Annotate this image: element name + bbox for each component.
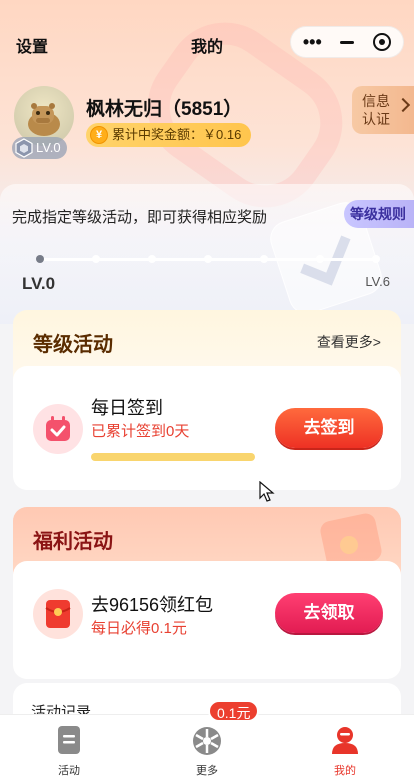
- welfare-activities-title: 福利活动: [33, 531, 113, 553]
- tab-mine[interactable]: 我的: [276, 715, 414, 780]
- tab-more-label: 更多: [196, 765, 218, 777]
- capybara-avatar-icon: [28, 103, 60, 136]
- level-tick: [148, 255, 156, 263]
- calendar-check-icon: [33, 404, 83, 454]
- username: 枫林无归（5851）: [86, 99, 243, 120]
- level-start-label: LV.0: [22, 274, 56, 293]
- mouse-cursor-icon: [259, 481, 275, 502]
- sign-in-progress-bar: [91, 453, 255, 461]
- tab-mine-label: 我的: [334, 765, 356, 777]
- level-badge: LV.0: [12, 137, 67, 159]
- close-button[interactable]: [367, 30, 397, 54]
- more-menu-button[interactable]: •••: [297, 30, 327, 54]
- level-progress-card: 完成指定等级活动，即可获得相应奖励 等级规则 LV.0 LV.6: [0, 184, 414, 324]
- level-end-label: LV.6: [365, 274, 390, 289]
- close-target-icon: [372, 33, 391, 51]
- navbar: 设置 我的 •••: [0, 22, 414, 62]
- level-activities-title: 等级活动: [33, 334, 113, 356]
- level-activities-header: 等级活动 查看更多>: [13, 310, 401, 368]
- hexagon-level-icon: [15, 138, 33, 158]
- level-tick: [260, 255, 268, 263]
- tab-activities[interactable]: 活动: [0, 715, 138, 780]
- red-packet-task-name: 去96156领红包: [91, 595, 214, 615]
- level-tick: [372, 255, 380, 263]
- level-tick: [92, 255, 100, 263]
- prize-total-text: 累计中奖金额：￥0.16: [112, 127, 242, 142]
- info-verify-line2: 认证: [362, 111, 390, 127]
- level-tip: 完成指定等级活动，即可获得相应奖励: [12, 209, 268, 226]
- sign-in-task-name: 每日签到: [91, 398, 163, 418]
- more-dots-icon: •••: [302, 32, 322, 52]
- sign-in-task-sub: 已累计签到0天: [91, 423, 190, 440]
- red-packet-task: 去96156领红包 每日必得0.1元 去领取: [13, 561, 401, 679]
- document-icon: [58, 726, 80, 754]
- level-badge-text: LV.0: [36, 140, 61, 155]
- minimize-icon: [339, 40, 354, 44]
- red-packet-task-sub: 每日必得0.1元: [91, 620, 187, 637]
- level-tick: [204, 255, 212, 263]
- level-tick: [36, 255, 44, 263]
- level-activities-card: 等级活动 查看更多> 每日签到 已累计签到0天 去签到: [13, 310, 401, 490]
- tab-bar: 活动 更多 我的: [0, 714, 414, 780]
- mini-program-capsule: •••: [290, 26, 404, 58]
- level-tick: [316, 255, 324, 263]
- coin-icon: ¥: [90, 126, 108, 144]
- settings-link[interactable]: 设置: [16, 33, 48, 57]
- welfare-activities-header: 福利活动: [13, 507, 401, 569]
- prize-total-pill: ¥ 累计中奖金额：￥0.16: [86, 123, 252, 147]
- tab-activities-label: 活动: [58, 765, 80, 777]
- sign-in-task: 每日签到 已累计签到0天 去签到: [13, 366, 401, 490]
- tab-more[interactable]: 更多: [138, 715, 276, 780]
- user-icon: [332, 727, 358, 754]
- minimize-button[interactable]: [332, 30, 362, 54]
- wheel-icon: [193, 727, 221, 755]
- more-tab-badge: 0.1元: [208, 700, 260, 722]
- red-envelope-icon: [33, 589, 83, 639]
- sign-in-button[interactable]: 去签到: [275, 408, 383, 448]
- level-rules-button[interactable]: 等级规则: [344, 200, 414, 228]
- claim-red-packet-button[interactable]: 去领取: [275, 593, 383, 633]
- info-verify-button[interactable]: 信息 认证: [352, 86, 414, 134]
- welfare-activities-card: 福利活动 去96156领红包 每日必得0.1元 去领取: [13, 507, 401, 679]
- view-more-link[interactable]: 查看更多>: [317, 332, 381, 352]
